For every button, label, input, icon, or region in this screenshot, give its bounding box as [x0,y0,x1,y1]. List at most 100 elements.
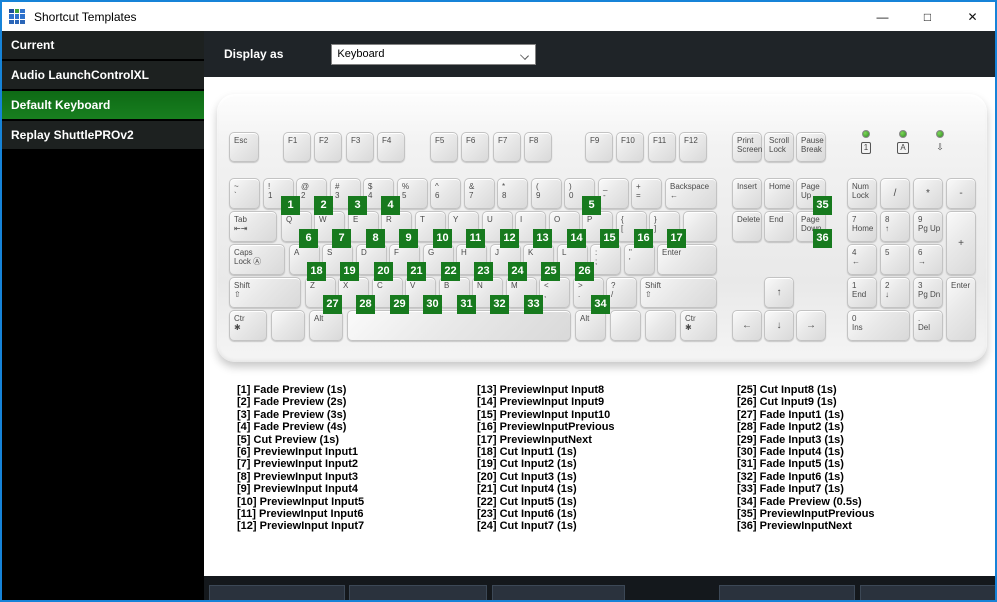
shortcut-entry: [21] Cut Input4 (1s) [477,483,577,496]
shortcut-templates-window: Shortcut Templates — □ ✕ Current Audio L… [0,0,997,602]
key-digit2: @2 2 [296,178,333,215]
shortcut-badge-27: 27 [323,295,342,314]
key-t: T 10 [415,211,452,248]
shortcut-badge-35: 35 [813,196,832,215]
shortcut-badge-29: 29 [390,295,409,314]
key-lbracket: {[16 [616,211,653,248]
shortcut-entry: [36] PreviewInputNext [737,520,852,533]
key-f8: F8 [524,132,552,162]
shortcut-badge-6: 6 [299,229,318,248]
shortcut-entry: [5] Cut Preview (1s) [237,433,340,446]
shortcut-entry: [11] PreviewInput Input6 [237,508,364,521]
sidebar-item-audio-launchcontrolxl[interactable]: Audio LaunchControlXL [2,61,204,89]
shortcut-entry: [9] PreviewInput Input4 [237,483,359,496]
shortcut-badge-16: 16 [634,229,653,248]
minimize-button[interactable]: — [860,2,905,31]
key-num-lock: Num Lock [847,178,877,209]
key-l: L 26 [557,244,594,281]
shortcut-badge-5: 5 [582,196,601,215]
shortcut-badge-26: 26 [575,262,594,281]
keyboard-graphic: Esc F1 F2 F3 F4 F5 F6 F7 F8 F9 F10 F11 F12 Print Scree… [217,94,987,362]
shortcut-entry: [17] PreviewInputNext [477,433,592,446]
shortcut-badge-18: 18 [307,262,326,281]
key-enter: Enter [657,244,717,275]
key-np3: 3 Pg Dn [913,277,943,308]
key-np5: 5 [880,244,910,275]
shortcut-badge-22: 22 [441,262,460,281]
key-np-multiply: * [913,178,943,209]
shortcut-badge-9: 9 [399,229,418,248]
display-as-dropdown[interactable]: Keyboard [331,43,537,65]
key-arrow-down: ↓ [764,310,794,341]
key-np-plus: + [946,211,976,275]
key-digit1: ! 1 1 [263,178,300,215]
app-logo-square [20,8,25,14]
shortcut-badge-3: 3 [348,196,367,215]
shortcut-badge-33: 33 [524,295,543,314]
shortcut-badge-11: 11 [466,229,485,248]
key-i: I 13 [515,211,552,248]
key-f1: F1 [283,132,311,162]
shortcut-entry: [22] Cut Input5 (1s) [477,495,577,508]
key-f12: F12 [679,132,707,162]
shortcut-entry: [4] Fade Preview (4s) [237,421,347,434]
key-page-down: Page Down 36 [796,211,832,248]
shortcut-entry: [30] Fade Input4 (1s) [737,446,844,459]
shortcut-entry: [27] Fade Input1 (1s) [737,408,844,421]
key-f3: F3 [346,132,374,162]
key-np7: 7 Home [847,211,877,242]
shortcut-entry: [28] Fade Input2 (1s) [737,421,844,434]
shortcut-entry: [34] Fade Preview (0.5s) [737,495,862,508]
key-esc: Esc [229,132,259,162]
shortcut-entry: [23] Cut Input6 (1s) [477,508,577,521]
app-logo-square [14,19,20,25]
key-delete: Delete [732,211,762,242]
caps-lock-led-icon: A [892,130,914,154]
shortcut-entry: [8] PreviewInput Input3 [237,470,359,483]
key-np-minus: - [946,178,976,209]
key-semicolon: :; [590,244,621,275]
shortcut-list: [1] Fade Preview (1s) [2] Fade Preview (2… [204,384,995,544]
key-r: R9 [381,211,418,248]
display-as-value: Keyboard [337,48,385,60]
key-lalt: Alt [309,310,343,341]
key-np6: 6 → [913,244,943,275]
import-button[interactable]: Import [209,585,345,600]
sidebar-item-current[interactable]: Current [2,31,204,59]
shortcut-entry: [14] PreviewInput Input9 [477,396,605,409]
close-button[interactable]: Close [860,585,995,600]
shortcut-entry: [3] Fade Preview (3s) [237,408,347,421]
shortcut-badge-13: 13 [533,229,552,248]
key-arrow-right: → [796,310,826,341]
close-icon[interactable]: ✕ [950,2,995,31]
shortcut-entry: [7] PreviewInput Input2 [237,458,359,471]
shortcut-badge-20: 20 [374,262,393,281]
shortcut-column-1: [1] Fade Preview (1s) [2] Fade Preview (2… [237,384,472,533]
apply-button[interactable]: Apply [719,585,855,600]
sidebar-item-default-keyboard[interactable]: Default Keyboard [2,91,204,119]
shortcut-column-3: [25] Cut Input8 (1s) [26] Cut Input9 (1s)… [737,384,972,533]
key-np4: 4 ← [847,244,877,275]
key-np2: 2 ↓ [880,277,910,308]
shortcut-entry: [12] PreviewInput Input7 [237,520,365,533]
shortcut-badge-21: 21 [407,262,426,281]
key-digit8: * 8 [497,178,528,209]
shortcut-entry: [1] Fade Preview (1s) [237,384,347,396]
key-f9: F9 [585,132,613,162]
key-scroll-lock: Scroll Lock [764,132,794,162]
shortcut-badge-32: 32 [490,295,509,314]
shortcut-entry: [33] Fade Input7 (1s) [737,483,844,496]
key-arrow-left: ← [732,310,762,341]
key-np9: 9 Pg Up [913,211,943,242]
sidebar-item-replay-shuttleprov2[interactable]: Replay ShuttlePROv2 [2,121,204,149]
export-button[interactable]: Export [349,585,487,600]
app-logo-square [14,14,20,19]
key-digit6: ^ 6 [430,178,461,209]
key-digit5: % 5 [397,178,428,209]
shortcut-entry: [31] Fade Input5 (1s) [737,458,844,471]
key-rbracket: }] 17 [649,211,686,248]
save-graphic-button[interactable]: Save Graphic [492,585,625,600]
key-np8: 8 ↑ [880,211,910,242]
shortcut-entry: [6] PreviewInput Input1 [237,446,359,459]
maximize-button[interactable]: □ [905,2,950,31]
